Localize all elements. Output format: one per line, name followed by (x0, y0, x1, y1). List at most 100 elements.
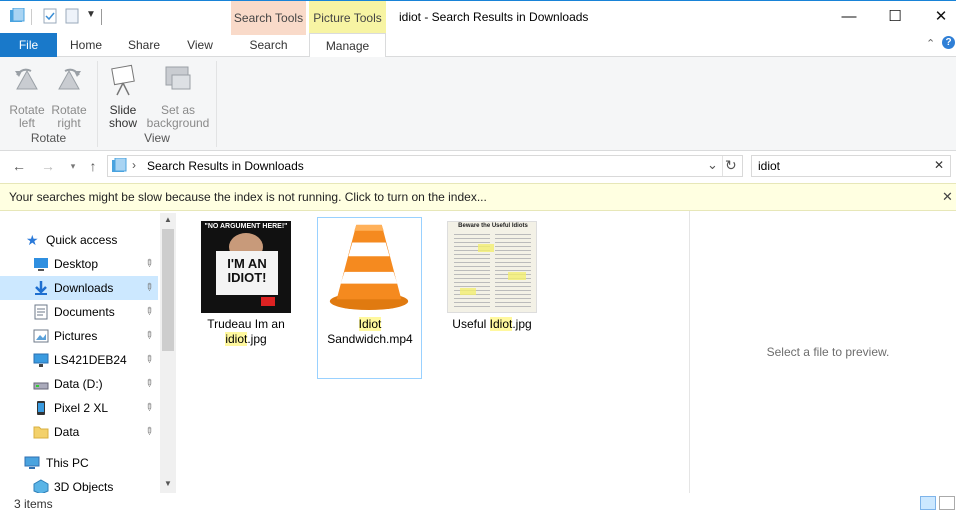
pin-icon[interactable]: ✎ (137, 277, 160, 300)
nav-scrollbar-thumb[interactable] (162, 229, 174, 351)
sidebar-item-ls421deb24[interactable]: LS421DEB24 ✎ (0, 348, 158, 372)
info-bar-message[interactable]: Your searches might be slow because the … (9, 190, 487, 204)
set-as-background-label-2: background (146, 116, 210, 130)
downloads-icon (35, 281, 47, 295)
slide-show-label-2: show (108, 116, 137, 130)
sidebar-item-label: Data (D:) (54, 377, 103, 391)
file-name-ext: .jpg (247, 332, 267, 346)
folder-icon (33, 426, 49, 439)
tab-manage[interactable]: Manage (309, 33, 386, 58)
properties-icon[interactable] (42, 8, 58, 24)
ribbon-tabs: File Home Share View Search Manage ⌃ ? (0, 33, 956, 58)
thumb-caption: "NO ARGUMENT HERE!" (204, 223, 288, 230)
pin-icon[interactable]: ✎ (137, 373, 160, 396)
highlight-mark (460, 288, 476, 295)
tab-home[interactable]: Home (60, 33, 112, 57)
star-icon: ★ (26, 232, 39, 248)
sidebar-item-pictures[interactable]: Pictures ✎ (0, 324, 158, 348)
sidebar-item-label: LS421DEB24 (54, 353, 127, 367)
file-name-highlight: Idiot (489, 317, 513, 331)
index-info-bar[interactable]: Your searches might be slow because the … (0, 183, 956, 211)
maximize-button[interactable]: ☐ (872, 1, 918, 33)
address-dropdown-chevron-icon[interactable]: ⌄ (707, 157, 718, 173)
address-row: ← → ▾ ↑ › Search Results in Downloads ⌄ … (0, 151, 956, 181)
sidebar-item-pixel-2-xl[interactable]: Pixel 2 XL ✎ (0, 396, 158, 420)
recent-locations-chevron-icon[interactable]: ▾ (64, 158, 82, 174)
text-column-decoration (495, 234, 531, 308)
file-name: Useful Idiot.jpg (440, 317, 544, 332)
clear-search-icon[interactable]: ✕ (934, 158, 944, 172)
refresh-icon[interactable]: ↻ (725, 157, 737, 174)
breadcrumb[interactable]: Search Results in Downloads (147, 159, 304, 173)
rotate-left-button[interactable]: Rotate left (6, 63, 48, 130)
sidebar-item-label: Documents (54, 305, 115, 319)
window-title: idiot - Search Results in Downloads (399, 10, 589, 24)
collapse-ribbon-chevron-icon[interactable]: ⌃ (926, 37, 935, 50)
tab-share[interactable]: Share (118, 33, 170, 57)
pin-icon[interactable]: ✎ (137, 325, 160, 348)
explorer-window: ▼ Search Tools Picture Tools idiot - Sea… (0, 0, 956, 512)
sidebar-item-label: Desktop (54, 257, 99, 271)
scroll-down-arrow-icon[interactable]: ▼ (164, 479, 172, 488)
tab-search[interactable]: Search (231, 33, 306, 57)
file-item[interactable]: Beware the Useful Idiots Useful Idiot.jp… (440, 217, 544, 377)
file-name: Trudeau Im an idiot.jpg (194, 317, 298, 347)
tab-file[interactable]: File (0, 33, 57, 57)
search-input[interactable]: idiot (758, 159, 780, 173)
large-icons-view-icon[interactable] (939, 496, 955, 510)
navigation-pane: ★ Quick access Desktop ✎ Downloads ✎ Documen… (0, 211, 176, 495)
sidebar-item-desktop[interactable]: Desktop ✎ (0, 252, 158, 276)
file-name-highlight: Idiot (358, 317, 382, 331)
file-item[interactable]: Idiot Sandwidch.mp4 (317, 217, 422, 379)
vlc-cone-icon (329, 224, 409, 311)
minimize-button[interactable]: — (826, 1, 872, 33)
network-drive-icon (33, 353, 49, 367)
nav-this-pc[interactable]: This PC (0, 451, 158, 475)
new-folder-icon[interactable] (64, 8, 80, 24)
pin-icon[interactable]: ✎ (137, 397, 160, 420)
qa-divider (31, 9, 32, 25)
nav-quick-access-label: Quick access (46, 233, 118, 247)
help-icon[interactable]: ? (942, 36, 955, 49)
sidebar-item-data-d[interactable]: Data (D:) ✎ (0, 372, 158, 396)
scroll-up-arrow-icon[interactable]: ▲ (164, 215, 172, 224)
details-view-icon[interactable] (920, 496, 936, 510)
pin-icon[interactable]: ✎ (137, 421, 160, 444)
forward-arrow-icon[interactable]: → (39, 158, 57, 174)
set-background-icon (165, 66, 191, 90)
up-arrow-icon[interactable]: ↑ (84, 158, 102, 174)
search-box[interactable]: idiot ✕ (751, 155, 951, 177)
address-bar[interactable]: › Search Results in Downloads ⌄ ↻ (107, 155, 743, 177)
back-arrow-icon[interactable]: ← (10, 158, 28, 174)
ribbon-panel: Rotate left Rotate right Slide show Set … (0, 57, 956, 151)
sidebar-item-data[interactable]: Data ✎ (0, 420, 158, 444)
set-as-background-button[interactable]: Set as background (146, 63, 210, 130)
rotate-right-icon (58, 68, 81, 90)
sidebar-item-downloads[interactable]: Downloads ✎ (0, 276, 158, 300)
file-item[interactable]: "NO ARGUMENT HERE!" I'M AN IDIOT! Trudea… (194, 217, 298, 377)
preview-message: Select a file to preview. (766, 345, 890, 359)
folder-app-icon (10, 8, 25, 22)
pin-icon[interactable]: ✎ (137, 349, 160, 372)
group-label-rotate: Rotate (30, 131, 67, 145)
tab-view[interactable]: View (176, 33, 224, 57)
pictures-icon (33, 329, 49, 343)
pin-icon[interactable]: ✎ (137, 301, 160, 324)
customize-qa-chevron-icon[interactable]: ▼ (86, 9, 96, 20)
close-info-bar-icon[interactable]: ✕ (942, 189, 953, 205)
slide-show-button[interactable]: Slide show (103, 63, 143, 130)
flag-icon (261, 297, 275, 306)
close-button[interactable]: ✕ (918, 1, 956, 33)
pin-icon[interactable]: ✎ (137, 253, 160, 276)
nav-this-pc-label: This PC (46, 456, 89, 470)
file-name-part: Sandwidch.mp4 (327, 332, 413, 346)
sidebar-item-documents[interactable]: Documents ✎ (0, 300, 158, 324)
highlight-mark (478, 244, 494, 252)
file-name-highlight: idiot (225, 332, 248, 346)
search-results-folder-icon (112, 158, 127, 172)
rotate-right-button[interactable]: Rotate right (48, 63, 90, 130)
search-tools-context-label: Search Tools (231, 1, 306, 35)
nav-quick-access[interactable]: ★ Quick access (0, 228, 158, 252)
desktop-icon (34, 258, 48, 271)
picture-tools-context-label: Picture Tools (309, 1, 386, 35)
